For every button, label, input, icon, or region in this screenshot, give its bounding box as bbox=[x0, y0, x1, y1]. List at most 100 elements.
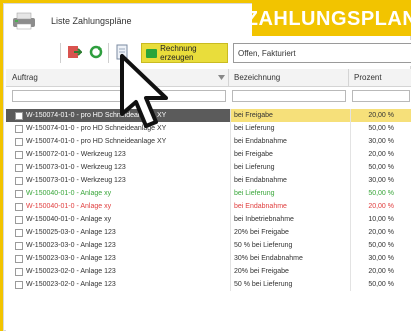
cell-auftrag: W-150074-01-0 - pro HD Schneideanlage XY bbox=[26, 138, 167, 145]
status-filter-select[interactable]: Offen, Fakturiert bbox=[233, 43, 411, 63]
cell-auftrag: W-150040-01-0 - Anlage xy bbox=[26, 203, 112, 210]
cell-divider bbox=[350, 122, 351, 135]
cell-divider bbox=[350, 161, 351, 174]
row-checkbox[interactable] bbox=[15, 138, 23, 146]
cell-divider bbox=[230, 239, 231, 252]
cell-divider bbox=[230, 135, 231, 148]
table-row[interactable]: W-150023-03-0 - Anlage 123 30% bei Endabn… bbox=[6, 252, 411, 265]
row-checkbox[interactable] bbox=[15, 255, 23, 263]
cell-bezeichnung: bei Inbetriebnahme bbox=[234, 216, 294, 223]
row-checkbox[interactable] bbox=[15, 229, 23, 237]
toolbar: Rechnung erzeugen Offen, Fakturiert bbox=[6, 40, 411, 66]
table-row[interactable]: W-150025-03-0 - Anlage 123 20% bei Freiga… bbox=[6, 226, 411, 239]
row-checkbox[interactable] bbox=[15, 216, 23, 224]
row-checkbox[interactable] bbox=[15, 203, 23, 211]
export-icon[interactable] bbox=[66, 44, 82, 60]
cell-divider bbox=[230, 122, 231, 135]
cell-auftrag: W-150072-01-0 - Werkzeug 123 bbox=[26, 151, 126, 158]
cell-divider bbox=[350, 239, 351, 252]
cell-auftrag: W-150040-01-0 - Anlage xy bbox=[26, 190, 112, 197]
cell-bezeichnung: bei Lieferung bbox=[234, 125, 275, 132]
table-row[interactable]: W-150040-01-0 - Anlage xy bei Lieferung 50… bbox=[6, 187, 411, 200]
cell-prozent: 50,00 % bbox=[368, 125, 394, 132]
column-header-prozent[interactable]: Prozent bbox=[354, 73, 382, 82]
bezeichnung-filter-input[interactable] bbox=[232, 90, 346, 102]
refresh-icon[interactable] bbox=[88, 44, 104, 60]
cell-prozent: 30,00 % bbox=[368, 138, 394, 145]
row-checkbox[interactable] bbox=[15, 281, 23, 289]
cell-divider bbox=[350, 148, 351, 161]
prozent-filter-input[interactable] bbox=[352, 90, 410, 102]
column-filter-row bbox=[6, 87, 411, 105]
cell-divider bbox=[230, 278, 231, 291]
cell-auftrag: W-150023-03-0 - Anlage 123 bbox=[26, 242, 116, 249]
cell-prozent: 10,00 % bbox=[368, 216, 394, 223]
cell-bezeichnung: bei Endabnahme bbox=[234, 177, 287, 184]
cell-divider bbox=[350, 174, 351, 187]
cell-prozent: 50,00 % bbox=[368, 281, 394, 288]
table-row[interactable]: W-150074-01-0 - pro HD Schneideanlage XY… bbox=[6, 135, 411, 148]
table-row[interactable]: W-150073-01-0 - Werkzeug 123 bei Lieferun… bbox=[6, 161, 411, 174]
title-bar: Liste Zahlungspläne bbox=[6, 6, 256, 40]
cell-divider bbox=[230, 226, 231, 239]
cell-bezeichnung: bei Endabnahme bbox=[234, 203, 287, 210]
cell-divider bbox=[350, 226, 351, 239]
cell-prozent: 20,00 % bbox=[368, 268, 394, 275]
cell-divider bbox=[230, 174, 231, 187]
cell-divider bbox=[230, 213, 231, 226]
column-separator bbox=[348, 69, 349, 86]
row-checkbox[interactable] bbox=[15, 125, 23, 133]
cell-prozent: 50,00 % bbox=[368, 190, 394, 197]
toolbar-separator bbox=[60, 43, 61, 63]
cell-auftrag: W-150023-02-0 - Anlage 123 bbox=[26, 268, 116, 275]
cell-divider bbox=[230, 200, 231, 213]
table-row[interactable]: W-150074-01-0 - pro HD Schneideanlage XY… bbox=[6, 122, 411, 135]
cell-bezeichnung: bei Freigabe bbox=[234, 151, 273, 158]
cell-bezeichnung: bei Endabnahme bbox=[234, 138, 287, 145]
row-checkbox[interactable] bbox=[15, 164, 23, 172]
cell-divider bbox=[350, 135, 351, 148]
app-window: Liste Zahlungspläne Rechnung erzeugen Of… bbox=[3, 3, 411, 331]
cell-prozent: 20,00 % bbox=[368, 151, 394, 158]
row-checkbox[interactable] bbox=[15, 151, 23, 159]
row-checkbox[interactable] bbox=[15, 177, 23, 185]
cell-auftrag: W-150073-01-0 - Werkzeug 123 bbox=[26, 164, 126, 171]
grid-rows: W-150074-01-0 - pro HD Schneideanlage XY… bbox=[6, 109, 411, 291]
table-row[interactable]: W-150040-01-0 - Anlage xy bei Inbetriebna… bbox=[6, 213, 411, 226]
cell-auftrag: W-150023-03-0 - Anlage 123 bbox=[26, 255, 116, 262]
table-row[interactable]: W-150023-02-0 - Anlage 123 20% bei Freiga… bbox=[6, 265, 411, 278]
cell-prozent: 50,00 % bbox=[368, 242, 394, 249]
table-row[interactable]: W-150023-03-0 - Anlage 123 50 % bei Liefe… bbox=[6, 239, 411, 252]
banner-label: ZAHLUNGSPLAN bbox=[246, 2, 411, 36]
cell-bezeichnung: bei Lieferung bbox=[234, 190, 275, 197]
cell-bezeichnung: 20% bei Freigabe bbox=[234, 229, 289, 236]
cell-divider bbox=[230, 109, 231, 122]
cell-divider bbox=[350, 252, 351, 265]
cell-divider bbox=[230, 187, 231, 200]
row-checkbox[interactable] bbox=[15, 242, 23, 250]
grid-header: Auftrag Bezeichnung Prozent bbox=[6, 69, 411, 87]
cell-bezeichnung: 20% bei Freigabe bbox=[234, 268, 289, 275]
cell-prozent: 30,00 % bbox=[368, 177, 394, 184]
table-row[interactable]: W-150040-01-0 - Anlage xy bei Endabnahme 2… bbox=[6, 200, 411, 213]
row-checkbox[interactable] bbox=[15, 190, 23, 198]
toolbar-separator bbox=[108, 43, 109, 63]
column-header-bezeichnung[interactable]: Bezeichnung bbox=[234, 73, 280, 82]
status-filter-value: Offen, Fakturiert bbox=[238, 48, 296, 58]
cell-divider bbox=[350, 265, 351, 278]
table-row[interactable]: W-150023-02-0 - Anlage 123 50 % bei Liefe… bbox=[6, 278, 411, 291]
row-checkbox[interactable] bbox=[15, 268, 23, 276]
cell-bezeichnung: bei Lieferung bbox=[234, 164, 275, 171]
filter-dropdown-icon[interactable] bbox=[218, 75, 225, 80]
cell-auftrag: W-150023-02-0 - Anlage 123 bbox=[26, 281, 116, 288]
cell-bezeichnung: 50 % bei Lieferung bbox=[234, 281, 293, 288]
table-row[interactable]: W-150072-01-0 - Werkzeug 123 bei Freigabe… bbox=[6, 148, 411, 161]
table-row[interactable]: W-150073-01-0 - Werkzeug 123 bei Endabnah… bbox=[6, 174, 411, 187]
table-row[interactable]: W-150074-01-0 - pro HD Schneideanlage XY… bbox=[6, 109, 411, 122]
cell-divider bbox=[350, 213, 351, 226]
row-checkbox[interactable] bbox=[15, 112, 23, 120]
cell-divider bbox=[350, 109, 351, 122]
app-printer-icon bbox=[13, 12, 35, 30]
column-header-auftrag[interactable]: Auftrag bbox=[12, 73, 38, 82]
column-separator bbox=[228, 69, 229, 86]
